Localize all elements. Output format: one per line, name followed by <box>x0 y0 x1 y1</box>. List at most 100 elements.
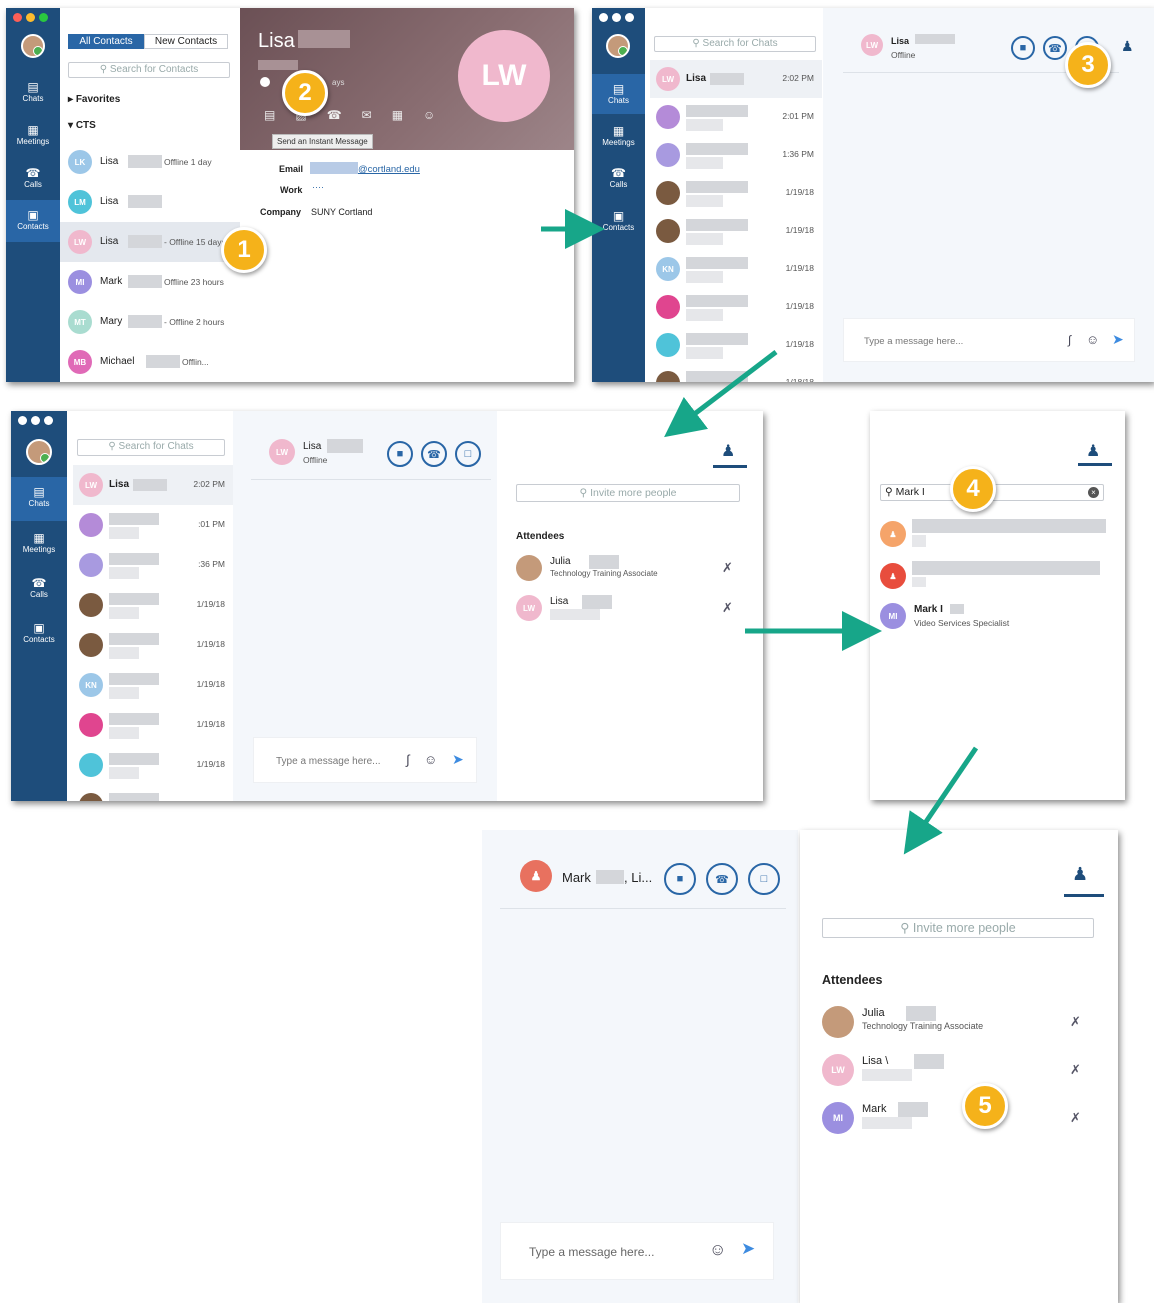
chat-icon[interactable]: ▤ <box>264 108 275 122</box>
muted-mic-icon[interactable]: ✗ <box>722 600 733 616</box>
add-people-icon[interactable]: ♟ <box>721 441 735 461</box>
video-call-button[interactable]: ■ <box>1011 36 1035 60</box>
nav-calls[interactable]: ☎ Calls <box>592 166 645 189</box>
add-people-icon[interactable]: ♟ <box>1121 38 1134 55</box>
nav-meetings[interactable]: ▦ Meetings <box>592 124 645 147</box>
contact-search-input[interactable]: ⚲ Search for Contacts <box>68 62 230 78</box>
zoom-dot[interactable] <box>44 416 53 425</box>
attach-icon[interactable]: ∫ <box>1068 333 1071 347</box>
email-value[interactable]: @cortland.edu <box>358 164 420 175</box>
user-avatar[interactable] <box>26 439 52 465</box>
video-call-button[interactable]: ■ <box>664 863 696 895</box>
search-result-mark[interactable]: MI Mark I Video Services Specialist <box>876 601 1116 631</box>
contact-row[interactable]: LK Lisa Offline 1 day <box>60 142 240 182</box>
message-composer[interactable]: Type a message here... ∫ ☺ ➤ <box>253 737 477 783</box>
chat-row[interactable]: 2:01 PM <box>650 98 822 136</box>
emoji-icon[interactable]: ☺ <box>1086 332 1099 347</box>
redacted <box>109 647 139 659</box>
contact-row[interactable]: LM Lisa <box>60 182 240 222</box>
muted-mic-icon[interactable]: ✗ <box>1070 1062 1081 1078</box>
tab-new-contacts[interactable]: New Contacts <box>144 34 228 49</box>
chat-row[interactable]: 1/19/18 <box>73 745 233 785</box>
message-composer[interactable]: Type a message here... ∫ ☺ ➤ <box>843 318 1135 362</box>
contact-row[interactable]: MI Mark Offline 23 hours <box>60 262 240 302</box>
message-input[interactable]: Type a message here... <box>276 756 381 767</box>
chat-search-input[interactable]: ⚲ Search for Chats <box>77 439 225 456</box>
muted-mic-icon[interactable]: ✗ <box>1070 1014 1081 1030</box>
attach-icon[interactable]: ∫ <box>406 752 410 767</box>
chat-row[interactable]: KN 1/19/18 <box>650 250 822 288</box>
message-composer[interactable]: Type a message here... ☺ ➤ <box>500 1222 774 1280</box>
message-input[interactable]: Type a message here... <box>864 336 963 347</box>
nav-chats[interactable]: ▤ Chats <box>592 74 645 114</box>
chat-row[interactable]: 1/18/18 <box>73 785 233 801</box>
chat-row[interactable]: 1/19/18 <box>650 326 822 364</box>
nav-chats[interactable]: ▤ Chats <box>11 477 67 521</box>
chat-row[interactable]: LW Lisa 2:02 PM <box>73 465 233 505</box>
emoji-icon[interactable]: ☺ <box>424 752 437 767</box>
close-dot[interactable] <box>18 416 27 425</box>
message-input[interactable]: Type a message here... <box>529 1245 654 1259</box>
nav-meetings[interactable]: ▦ Meetings <box>6 123 60 146</box>
send-icon[interactable]: ➤ <box>1112 331 1124 348</box>
chat-row[interactable]: KN 1/19/18 <box>73 665 233 705</box>
add-people-icon[interactable]: ♟ <box>1086 441 1100 461</box>
nav-calls[interactable]: ☎ Calls <box>11 576 67 599</box>
chat-row[interactable]: :01 PM <box>73 505 233 545</box>
contact-row[interactable]: MT Mary - Offline 2 hours <box>60 302 240 342</box>
work-value[interactable]: ···· <box>312 182 324 192</box>
user-avatar[interactable] <box>606 34 630 58</box>
minimize-dot[interactable] <box>26 13 35 22</box>
audio-call-button[interactable]: ☎ <box>1043 36 1067 60</box>
nav-contacts[interactable]: ▣ Contacts <box>11 621 67 644</box>
share-screen-button[interactable]: □ <box>748 863 780 895</box>
tab-all-contacts[interactable]: All Contacts <box>68 34 144 49</box>
emoji-icon[interactable]: ☺ <box>709 1240 726 1260</box>
chat-row[interactable]: LW Lisa 2:02 PM <box>650 60 822 98</box>
chat-row[interactable]: 1/19/18 <box>650 174 822 212</box>
close-dot[interactable] <box>599 13 608 22</box>
contact-row[interactable]: LW Lisa - Offline 15 days <box>60 222 240 262</box>
chat-search-input[interactable]: ⚲ Search for Chats <box>654 36 816 52</box>
calendar-icon[interactable]: ▦ <box>392 108 403 122</box>
group-cts[interactable]: ▾ CTS <box>68 120 96 131</box>
invite-input[interactable]: ⚲ Invite more people <box>822 918 1094 938</box>
chat-row[interactable]: 1/19/18 <box>73 585 233 625</box>
nav-label: Chats <box>28 499 50 508</box>
muted-mic-icon[interactable]: ✗ <box>722 560 733 576</box>
group-favorites[interactable]: ▸ Favorites <box>68 94 120 105</box>
nav-contacts[interactable]: ▣ Contacts <box>6 200 60 242</box>
invite-input[interactable]: ⚲ Invite more people <box>516 484 740 502</box>
video-call-button[interactable]: ■ <box>387 441 413 467</box>
zoom-dot[interactable] <box>625 13 634 22</box>
chat-row[interactable]: 1/18/18 <box>650 364 822 382</box>
user-avatar[interactable] <box>21 34 45 58</box>
phone-icon[interactable]: ☎ <box>327 108 342 122</box>
nav-calls[interactable]: ☎ Calls <box>6 166 60 189</box>
contact-avatar: MI <box>68 270 92 294</box>
chat-row[interactable]: :36 PM <box>73 545 233 585</box>
chat-row[interactable]: 1/19/18 <box>73 625 233 665</box>
mail-icon[interactable]: ✉ <box>362 108 372 122</box>
minimize-dot[interactable] <box>31 416 40 425</box>
close-dot[interactable] <box>13 13 22 22</box>
nav-meetings[interactable]: ▦ Meetings <box>11 531 67 554</box>
contact-row[interactable]: MB Michael Offlin... <box>60 342 240 382</box>
chat-row[interactable]: 1/19/18 <box>73 705 233 745</box>
chat-row[interactable]: 1:36 PM <box>650 136 822 174</box>
send-icon[interactable]: ➤ <box>741 1239 755 1259</box>
add-people-icon[interactable]: ♟ <box>1072 864 1088 885</box>
audio-call-button[interactable]: ☎ <box>706 863 738 895</box>
minimize-dot[interactable] <box>612 13 621 22</box>
send-icon[interactable]: ➤ <box>452 751 464 768</box>
share-screen-button[interactable]: □ <box>455 441 481 467</box>
nav-contacts[interactable]: ▣ Contacts <box>592 209 645 232</box>
chat-row[interactable]: 1/19/18 <box>650 212 822 250</box>
audio-call-button[interactable]: ☎ <box>421 441 447 467</box>
nav-chats[interactable]: ▤ Chats <box>6 80 60 103</box>
zoom-dot[interactable] <box>39 13 48 22</box>
clear-icon[interactable]: × <box>1088 487 1099 498</box>
group-icon[interactable]: ☺ <box>423 108 435 122</box>
chat-row[interactable]: 1/19/18 <box>650 288 822 326</box>
muted-mic-icon[interactable]: ✗ <box>1070 1110 1081 1126</box>
